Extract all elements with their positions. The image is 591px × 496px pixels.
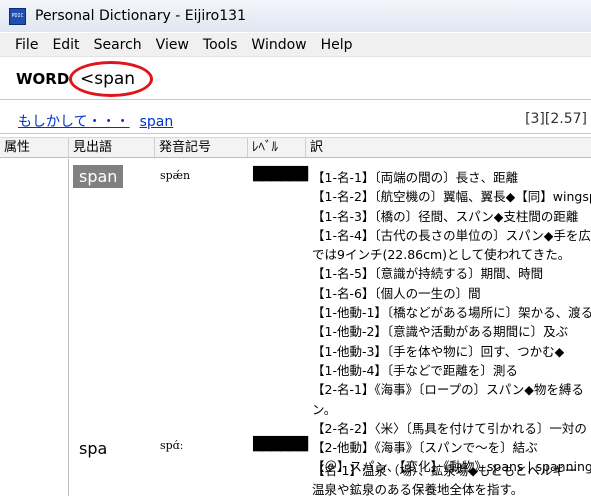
- definition-line: 【1-名-6】〔個人の一生の〕間: [312, 285, 481, 301]
- entry-pronunciation: spɑ́ː: [160, 439, 184, 452]
- menu-file[interactable]: File: [0, 37, 45, 53]
- word-label: WORD: [16, 70, 70, 88]
- definition-line: 【1-他動-1】〔橋などがある場所に〕架かる、渡る: [312, 305, 591, 321]
- menu-bar: File Edit Search View Tools Window Help: [0, 33, 591, 57]
- entry-level: ██████: [253, 437, 308, 452]
- column-level[interactable]: ﾚﾍﾞﾙ: [248, 138, 306, 157]
- window-title: Personal Dictionary - Eijiro131: [35, 8, 246, 24]
- results-list[interactable]: span spǽn ██████ 【1-名-1】〔両端の間の〕長さ、距離 【1-…: [0, 159, 591, 496]
- suggestion-link[interactable]: もしかして・・・ span: [18, 111, 173, 131]
- definition-line: 【名-1】温泉（場）、鉱泉場◆もともとベルギー: [312, 463, 578, 478]
- suggestion-word: span: [139, 114, 174, 130]
- definition-line: 【1-名-2】〔航空機の〕翼幅、翼長◆【同】wingspan: [312, 189, 591, 205]
- column-translation[interactable]: 訳: [306, 138, 591, 157]
- entry-definitions: 【1-名-1】〔両端の間の〕長さ、距離 【1-名-2】〔航空機の〕翼幅、翼長◆【…: [312, 168, 591, 477]
- definition-line: 【1-名-5】〔意識が持続する〕期間、時間: [312, 266, 544, 282]
- title-bar: PDIC Personal Dictionary - Eijiro131: [0, 0, 591, 32]
- suggestion-prefix: もしかして・・・: [18, 114, 130, 130]
- entry-level: ██████: [253, 167, 308, 182]
- definition-line: 温泉や鉱泉のある保養地全体を指す。: [312, 482, 524, 496]
- menu-tools[interactable]: Tools: [196, 37, 245, 53]
- suggestion-bar: もしかして・・・ span [3][2.57]: [0, 104, 591, 134]
- column-headword[interactable]: 見出語: [69, 138, 155, 157]
- definition-line: では9インチ(22.86cm)として使われてきた。: [312, 247, 571, 263]
- column-separator: [68, 159, 69, 496]
- definition-line: 【1-名-3】〔橋の〕径間、スパン◆支柱間の距離: [312, 208, 579, 224]
- definition-line: 【2-名-2】〈米〉〔馬具を付けて引かれる〕一対の: [312, 420, 587, 436]
- column-header: 属性 見出語 発音記号 ﾚﾍﾞﾙ 訳: [0, 137, 591, 158]
- definition-line: 【1-名-1】〔両端の間の〕長さ、距離: [312, 170, 519, 185]
- menu-view[interactable]: View: [149, 37, 196, 53]
- definition-line: ン。: [312, 401, 337, 417]
- definition-line: 【2-名-1】《海事》〔ロープの〕スパン◆物を縛る: [312, 382, 584, 398]
- entry-pronunciation: spǽn: [160, 169, 191, 182]
- definition-line: 【1-他動-4】〔手などで距離を〕測る: [312, 362, 518, 378]
- definition-line: 【2-他動】《海事》〔スパンで～を〕結ぶ: [312, 440, 538, 456]
- menu-help[interactable]: Help: [314, 37, 360, 53]
- app-icon: PDIC: [9, 7, 26, 25]
- entry-headword[interactable]: span: [73, 165, 124, 188]
- result-count: [3][2.57]: [525, 111, 587, 127]
- definition-line: 【1-他動-2】〔意識や活動がある期間に〕及ぶ: [312, 324, 569, 340]
- definition-line: 【1-他動-3】〔手を体や物に〕回す、つかむ◆: [312, 343, 565, 359]
- menu-window[interactable]: Window: [244, 37, 313, 53]
- entry-definitions: 【名-1】温泉（場）、鉱泉場◆もともとベルギー 温泉や鉱泉のある保養地全体を指す…: [312, 461, 591, 496]
- definition-line: 【1-名-4】〔古代の長さの単位の〕スパン◆手を広げた: [312, 227, 591, 243]
- menu-edit[interactable]: Edit: [45, 37, 86, 53]
- column-pronunciation[interactable]: 発音記号: [155, 138, 248, 157]
- menu-search[interactable]: Search: [87, 37, 149, 53]
- column-attribute[interactable]: 属性: [0, 138, 69, 157]
- word-bar: WORD: [0, 58, 591, 100]
- word-input[interactable]: [80, 66, 591, 92]
- entry-headword[interactable]: spa: [73, 437, 113, 460]
